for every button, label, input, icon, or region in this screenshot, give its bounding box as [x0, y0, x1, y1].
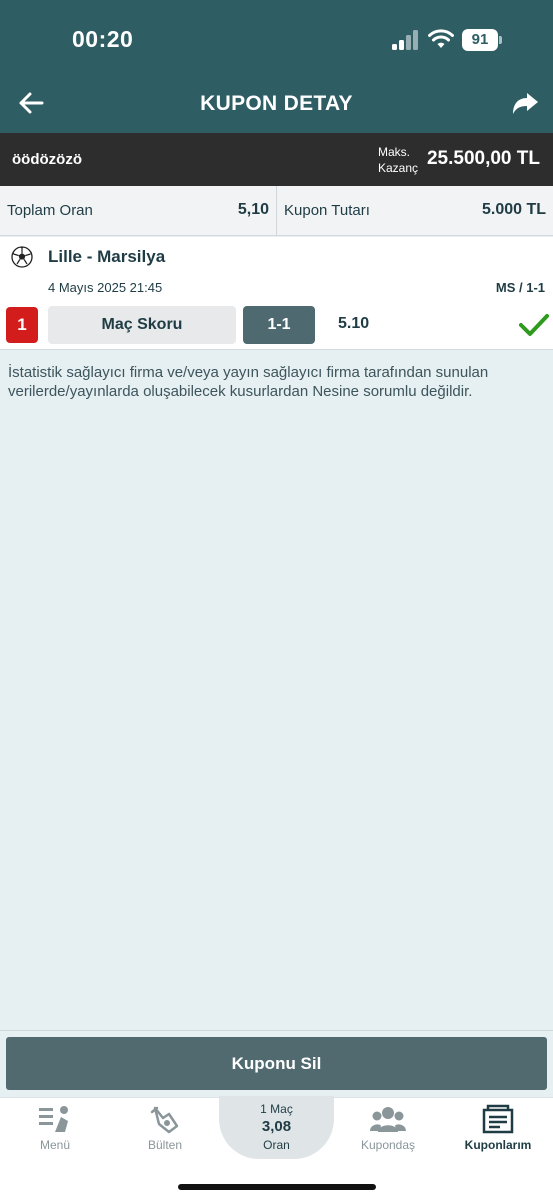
nav-item-menu[interactable]: Menü: [0, 1098, 110, 1158]
summary-divider: [276, 186, 277, 236]
match-card[interactable]: Lille - Marsilya 4 Mayıs 2025 21:45 MS /…: [0, 237, 553, 350]
nav-item-bulletin[interactable]: Bülten: [110, 1098, 220, 1158]
coupon-name: öödözözö: [12, 151, 82, 168]
coupons-icon: [482, 1104, 514, 1134]
nav-item-coupons[interactable]: Kuponlarım: [443, 1098, 553, 1158]
menu-icon: [39, 1106, 68, 1132]
match-name[interactable]: Lille - Marsilya: [48, 247, 165, 267]
disclaimer-text: İstatistik sağlayıcı firma ve/veya yayın…: [8, 364, 489, 400]
app-header: 00:20 91 KUPON DETAY: [0, 0, 553, 133]
nav-label-kupondas: Kupondaş: [360, 1138, 416, 1152]
max-win-label: Maks. Kazanç: [378, 144, 418, 176]
coupon-amount-label: Kupon Tutarı: [284, 202, 370, 219]
coupon-summary-bubble[interactable]: 1 Maç 3,08 Oran: [219, 1096, 334, 1159]
match-date: 4 Mayıs 2025 21:45: [48, 280, 163, 295]
nav-label-menu: Menü: [39, 1138, 71, 1152]
delete-area: Kuponu Sil: [0, 1030, 553, 1097]
total-odds-value: 5,10: [237, 201, 269, 218]
bet-market: Maç Skoru: [48, 306, 236, 344]
max-win-value: 25.500,00 TL: [426, 148, 540, 169]
nav-item-kupondas[interactable]: Kupondaş: [333, 1098, 443, 1158]
bulletin-icon: [150, 1106, 179, 1134]
wifi-icon: [428, 29, 454, 48]
bet-number-badge: 1: [6, 307, 38, 343]
bet-pick: 1-1: [243, 306, 315, 344]
coupon-info-bar: öödözözö Maks. Kazanç 25.500,00 TL: [0, 133, 553, 186]
max-win-label-line2: Kazanç: [378, 161, 419, 175]
battery-tip: [499, 36, 502, 44]
nav-label-coupons: Kuponlarım: [464, 1138, 532, 1152]
page-title: KUPON DETAY: [200, 92, 353, 115]
home-indicator: [178, 1184, 376, 1190]
coupon-amount-value: 5.000 TL: [481, 201, 546, 218]
bubble-match-count: 1 Maç: [260, 1102, 293, 1116]
battery-indicator: 91: [462, 29, 498, 51]
check-icon: [519, 314, 549, 336]
delete-coupon-button[interactable]: Kuponu Sil: [6, 1037, 547, 1090]
nav-label-bulletin: Bülten: [147, 1138, 183, 1152]
bubble-odds-label: Oran: [263, 1138, 290, 1152]
market-code: MS / 1-1: [495, 280, 545, 295]
max-win-label-line1: Maks.: [378, 145, 411, 159]
bet-odd: 5.10: [338, 315, 370, 332]
soccer-ball-icon: [11, 246, 33, 268]
users-icon: [370, 1107, 406, 1132]
total-odds-label: Toplam Oran: [7, 202, 93, 219]
bubble-odds: 3,08: [261, 1118, 292, 1135]
status-time: 00:20: [72, 26, 134, 52]
coupon-summary: Toplam Oran 5,10 Kupon Tutarı 5.000 TL: [0, 186, 553, 236]
share-icon[interactable]: [510, 90, 540, 120]
signal-icon: [392, 30, 420, 50]
